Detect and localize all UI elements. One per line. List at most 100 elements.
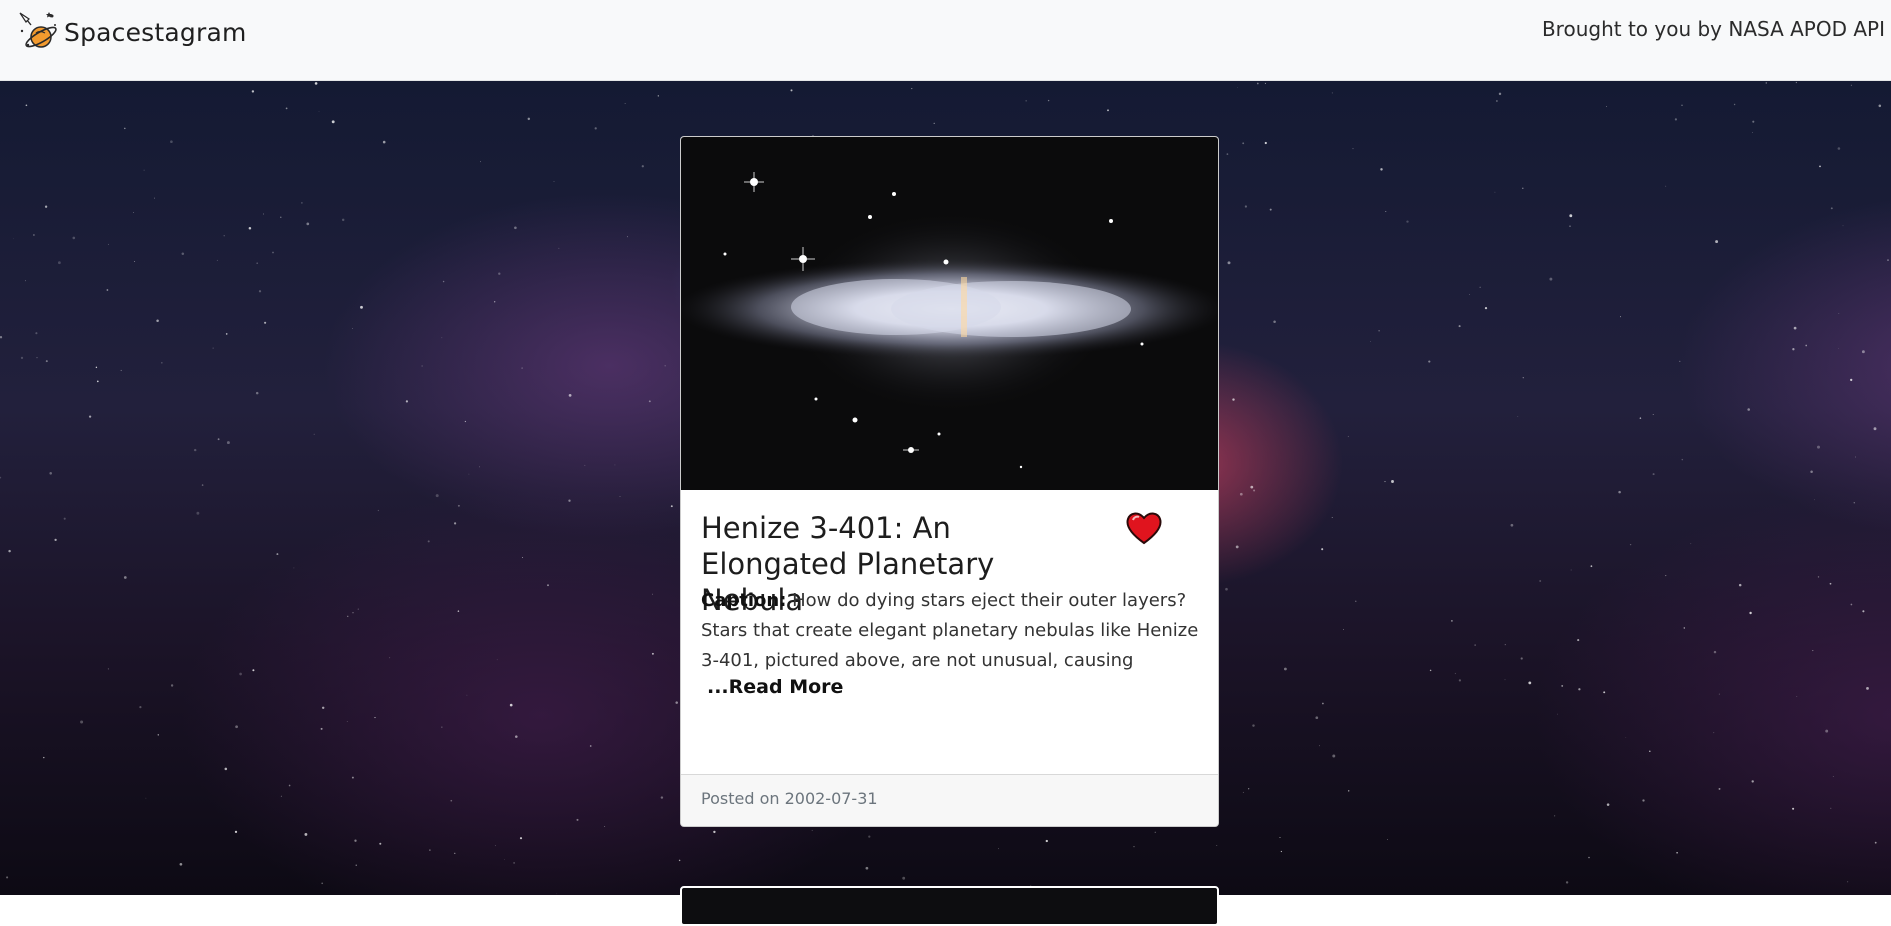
background-star — [594, 127, 597, 130]
background-star — [1569, 225, 1571, 227]
background-star — [865, 866, 869, 870]
background-star — [225, 333, 228, 335]
background-star — [1792, 348, 1795, 351]
background-star — [360, 305, 363, 309]
background-star — [1603, 691, 1606, 694]
background-star — [1244, 205, 1248, 208]
background-star — [1279, 836, 1281, 839]
background-star — [354, 839, 357, 842]
background-star — [161, 362, 163, 364]
background-star — [427, 540, 430, 543]
background-star — [226, 441, 230, 445]
background-star — [1216, 845, 1218, 846]
background-star — [1237, 86, 1238, 88]
background-star — [1814, 499, 1815, 501]
background-star — [660, 796, 664, 799]
brand[interactable]: Spacestagram — [14, 12, 247, 52]
background-star — [1273, 320, 1276, 324]
background-star — [264, 321, 267, 324]
background-star — [304, 832, 308, 836]
background-star — [154, 197, 155, 199]
background-star — [429, 849, 431, 851]
background-star — [255, 391, 259, 395]
background-star — [44, 205, 48, 208]
background-star — [553, 181, 555, 183]
background-star — [1280, 850, 1283, 853]
background-star — [1825, 729, 1829, 733]
background-star — [1620, 316, 1622, 318]
background-star — [217, 438, 220, 441]
read-more-link[interactable]: ...Read More — [707, 676, 843, 698]
background-star — [648, 400, 651, 403]
caption-label: Caption: — [701, 590, 787, 611]
background-star — [519, 837, 523, 840]
background-star — [1469, 293, 1470, 295]
background-star — [1676, 851, 1678, 854]
background-star — [321, 706, 325, 710]
background-star — [1715, 240, 1719, 244]
background-star — [123, 576, 127, 579]
background-star — [321, 882, 324, 885]
background-star — [584, 464, 586, 466]
background-star — [464, 420, 467, 423]
background-star — [280, 795, 282, 797]
background-star — [212, 347, 214, 349]
background-star — [377, 509, 380, 512]
background-star — [1853, 501, 1856, 504]
background-star — [45, 360, 48, 363]
background-star — [1235, 545, 1239, 549]
background-star — [933, 122, 935, 125]
background-star — [1817, 445, 1820, 449]
background-star — [651, 652, 654, 655]
background-star — [1718, 693, 1720, 695]
background-star — [13, 238, 14, 240]
background-star — [96, 380, 99, 383]
background-star — [25, 104, 28, 107]
background-star — [1681, 458, 1684, 461]
background-star — [1496, 100, 1498, 102]
background-star — [1504, 679, 1506, 681]
background-star — [1528, 681, 1532, 685]
background-star — [1649, 750, 1651, 753]
next-post-card[interactable] — [680, 886, 1219, 926]
background-star — [1133, 846, 1135, 848]
background-star — [1154, 831, 1156, 833]
post-image[interactable] — [681, 137, 1218, 490]
background-star — [58, 261, 61, 265]
background-star — [216, 259, 218, 261]
background-star — [320, 727, 323, 730]
background-star — [1321, 548, 1324, 551]
background-star — [1322, 702, 1324, 705]
background-star — [641, 165, 644, 168]
background-star — [1751, 780, 1754, 783]
background-star — [868, 835, 871, 838]
background-star — [1683, 627, 1686, 629]
background-star — [1242, 142, 1245, 145]
background-star — [1047, 99, 1050, 102]
background-star — [454, 852, 456, 854]
background-star — [1679, 360, 1681, 362]
background-star — [1242, 791, 1244, 793]
background-star — [1639, 417, 1642, 419]
background-star — [614, 464, 616, 466]
background-star — [235, 725, 238, 729]
background-star — [457, 610, 460, 612]
post-footer: Posted on 2002-07-31 — [681, 774, 1218, 826]
heart-icon[interactable] — [1124, 510, 1164, 546]
background-star — [1474, 644, 1476, 646]
background-star — [1252, 724, 1255, 727]
background-star — [143, 169, 145, 171]
background-star — [285, 107, 288, 110]
background-star — [556, 893, 558, 895]
background-star — [139, 706, 142, 709]
background-star — [145, 797, 147, 799]
background-star — [1239, 492, 1243, 496]
background-star — [193, 448, 197, 452]
background-star — [1796, 696, 1798, 697]
background-star — [626, 236, 628, 238]
background-star — [280, 216, 282, 218]
background-star — [664, 365, 666, 367]
background-star — [1232, 398, 1235, 401]
background-star — [223, 235, 225, 237]
background-star — [521, 367, 523, 369]
